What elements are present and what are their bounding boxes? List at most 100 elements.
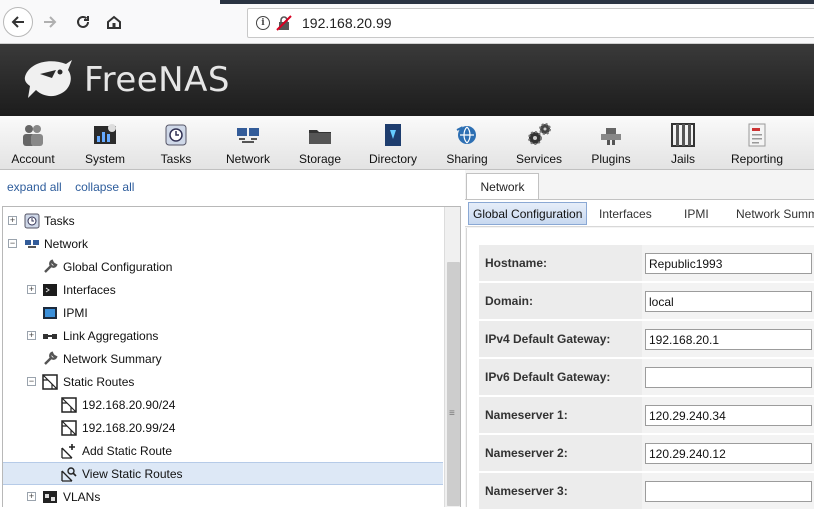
tree-item-label: Static Routes bbox=[63, 374, 135, 389]
input-cell bbox=[642, 359, 814, 395]
tree-item-link-aggregations[interactable]: + Link Aggregations bbox=[3, 324, 443, 347]
collapse-toggle[interactable]: − bbox=[8, 239, 17, 248]
account-icon bbox=[23, 125, 43, 146]
tree-item-network[interactable]: − Network bbox=[3, 232, 443, 255]
services-icon bbox=[528, 123, 551, 145]
field-label: Nameserver 3: bbox=[479, 473, 642, 509]
toolbar-directory[interactable]: Directory bbox=[366, 116, 420, 170]
forward-icon[interactable] bbox=[35, 7, 65, 37]
tree-item-vlans[interactable]: + VLANs bbox=[3, 485, 443, 507]
input-cell bbox=[642, 321, 814, 357]
insecure-lock-icon[interactable] bbox=[276, 15, 292, 31]
toolbar-account[interactable]: Account bbox=[10, 116, 56, 170]
input-cell bbox=[642, 473, 814, 509]
add-route-icon bbox=[61, 443, 75, 459]
tree-item-route[interactable]: 192.168.20.90/24 bbox=[3, 393, 443, 416]
tree-item-label: Network Summary bbox=[63, 351, 162, 366]
tree-item-label: VLANs bbox=[63, 489, 101, 504]
tree-item-label: Link Aggregations bbox=[63, 328, 159, 343]
input-cell bbox=[642, 283, 814, 319]
field-label: Domain: bbox=[479, 283, 642, 319]
home-icon[interactable] bbox=[99, 7, 129, 37]
tree-item-ipmi[interactable]: IPMI bbox=[3, 301, 443, 324]
nameserver1-field[interactable] bbox=[645, 405, 812, 426]
wrench-icon bbox=[44, 258, 58, 273]
info-icon[interactable]: i bbox=[256, 16, 270, 30]
toolbar-plugins[interactable]: Plugins bbox=[589, 116, 633, 170]
expand-toggle[interactable]: + bbox=[8, 216, 17, 225]
tree-item-add-static-route[interactable]: Add Static Route bbox=[3, 439, 443, 462]
tree-item-route[interactable]: 192.168.20.99/24 bbox=[3, 416, 443, 439]
reload-icon[interactable] bbox=[68, 7, 98, 37]
toolbar-label: Reporting bbox=[730, 152, 784, 166]
tree-item-interfaces[interactable]: + Interfaces bbox=[3, 278, 443, 301]
tree-scrollbar[interactable]: ≡ bbox=[444, 207, 460, 507]
nameserver3-row: Nameserver 3: bbox=[479, 473, 814, 509]
tree-item-network-summary[interactable]: Network Summary bbox=[3, 347, 443, 370]
toolbar-reporting[interactable]: Reporting bbox=[728, 116, 786, 170]
tree-item-label: 192.168.20.99/24 bbox=[82, 420, 176, 435]
expand-toggle[interactable]: + bbox=[27, 285, 36, 294]
toolbar-system[interactable]: System bbox=[82, 116, 128, 170]
reporting-icon bbox=[748, 123, 766, 147]
domain-field[interactable] bbox=[645, 291, 812, 312]
route-icon bbox=[42, 373, 58, 390]
link-aggregation-icon bbox=[43, 333, 57, 339]
navigation-tree: + Tasks − Network Global Configuration +… bbox=[2, 206, 461, 507]
ipv4-gateway-field[interactable] bbox=[645, 329, 812, 350]
jails-icon bbox=[671, 123, 695, 147]
toolbar-tasks[interactable]: Tasks bbox=[155, 116, 197, 170]
subtab-network-summary[interactable]: Network Summary bbox=[732, 202, 814, 225]
brand-name: FreeNAS bbox=[84, 60, 230, 100]
toolbar-label: Storage bbox=[298, 152, 342, 166]
expand-toggle[interactable]: + bbox=[27, 331, 36, 340]
view-route-icon bbox=[61, 466, 77, 482]
subtab-global-configuration[interactable]: Global Configuration bbox=[468, 202, 588, 225]
ipmi-icon bbox=[43, 306, 57, 319]
toolbar-network[interactable]: Network bbox=[224, 116, 272, 170]
tree-item-global-configuration[interactable]: Global Configuration bbox=[3, 255, 443, 278]
scrollbar-thumb[interactable] bbox=[447, 262, 460, 506]
nameserver2-field[interactable] bbox=[645, 443, 812, 464]
tree-item-label: View Static Routes bbox=[82, 466, 183, 481]
url-text: 192.168.20.99 bbox=[302, 15, 392, 31]
toolbar-services[interactable]: Services bbox=[514, 116, 564, 170]
expand-all-link[interactable]: expand all bbox=[7, 180, 62, 194]
toolbar-label: Network bbox=[225, 152, 270, 166]
global-configuration-form: Hostname: Domain: IPv4 Default Gateway: … bbox=[466, 228, 814, 509]
subtab-ipmi[interactable]: IPMI bbox=[680, 202, 713, 225]
tree-item-static-routes[interactable]: − Static Routes bbox=[3, 370, 443, 393]
nameserver2-row: Nameserver 2: bbox=[479, 435, 814, 471]
terminal-icon bbox=[43, 283, 57, 296]
tree-item-view-static-routes[interactable]: View Static Routes bbox=[3, 462, 443, 485]
tree-item-label: Tasks bbox=[44, 213, 75, 228]
subtab-bar: Global Configuration Interfaces IPMI Net… bbox=[465, 199, 814, 227]
route-icon bbox=[61, 419, 77, 436]
network-icon bbox=[25, 239, 39, 248]
expand-toggle[interactable]: + bbox=[27, 492, 36, 501]
tab-network[interactable]: Network bbox=[466, 173, 539, 199]
freenas-shark-logo bbox=[22, 56, 76, 106]
collapse-all-link[interactable]: collapse all bbox=[75, 180, 134, 194]
hostname-row: Hostname: bbox=[479, 245, 814, 281]
toolbar-sharing[interactable]: Sharing bbox=[444, 116, 490, 170]
back-icon[interactable] bbox=[3, 7, 33, 37]
subtab-interfaces[interactable]: Interfaces bbox=[595, 202, 656, 225]
toolbar-jails[interactable]: Jails bbox=[665, 116, 701, 170]
ipv6-gateway-field[interactable] bbox=[645, 367, 812, 388]
hostname-field[interactable] bbox=[645, 253, 812, 274]
nameserver3-field[interactable] bbox=[645, 481, 812, 502]
address-bar[interactable]: i 192.168.20.99 bbox=[247, 8, 814, 38]
field-label: Nameserver 1: bbox=[479, 397, 642, 433]
input-cell bbox=[642, 245, 814, 281]
field-label: Hostname: bbox=[479, 245, 642, 281]
tree-item-label: IPMI bbox=[63, 305, 88, 320]
nameserver1-row: Nameserver 1: bbox=[479, 397, 814, 433]
tree-item-tasks[interactable]: + Tasks bbox=[3, 209, 443, 232]
collapse-toggle[interactable]: − bbox=[27, 377, 36, 386]
input-cell bbox=[642, 435, 814, 471]
toolbar-storage[interactable]: Storage bbox=[297, 116, 343, 170]
sharing-icon bbox=[456, 126, 476, 144]
field-label: IPv6 Default Gateway: bbox=[479, 359, 642, 395]
tree-controls: expand all collapse all bbox=[7, 180, 144, 194]
